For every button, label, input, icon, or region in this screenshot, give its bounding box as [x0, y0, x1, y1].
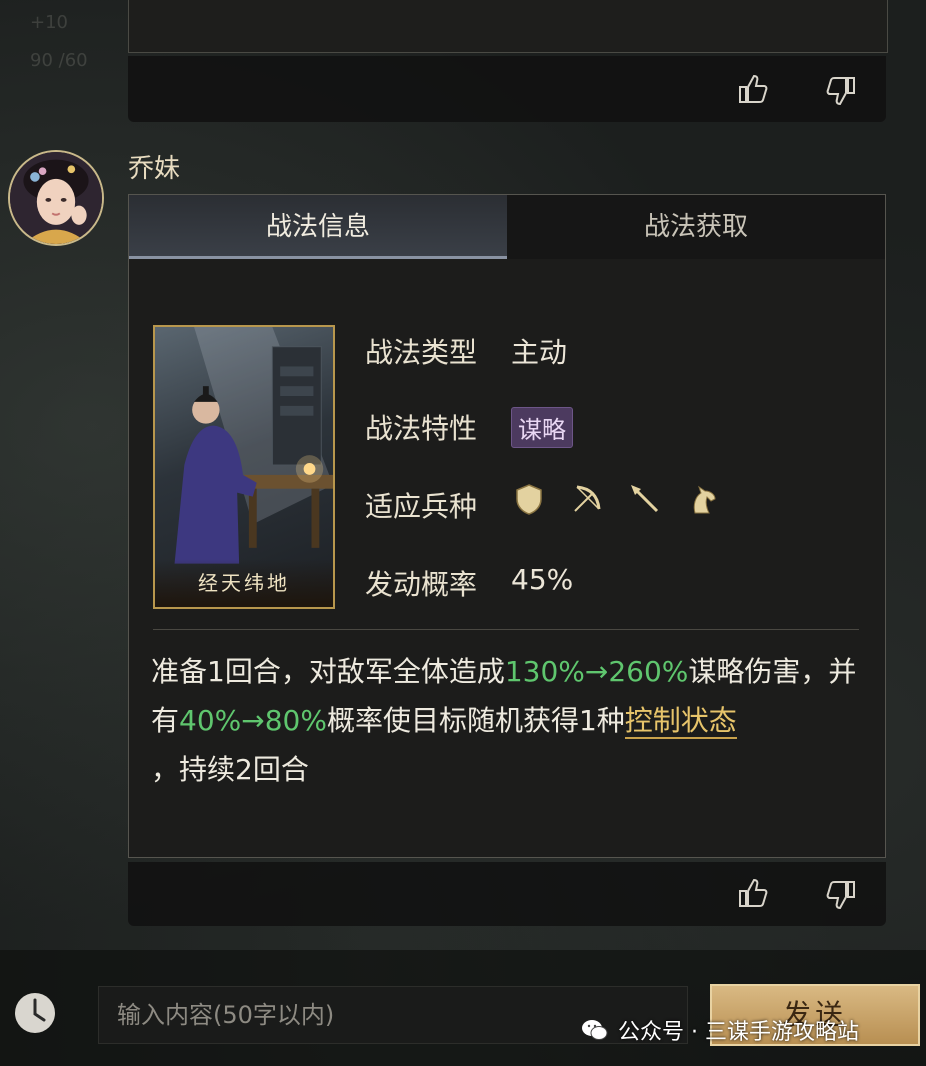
thumb-up-icon[interactable]: [736, 876, 770, 910]
tactic-trait-row: 战法特性 谋略: [365, 407, 573, 448]
tactic-rate-label: 发动概率: [365, 568, 478, 601]
tactic-trait-label: 战法特性: [365, 412, 478, 445]
ghost-text: +10: [30, 12, 68, 33]
tactic-card: 战法信息 战法获取 经天纬地 战法类型 主动 战法特性 谋略 适应兵种 发动概率…: [128, 194, 886, 858]
description-text: 概率使目标随机获得1种: [326, 704, 625, 737]
bow-icon: [569, 481, 605, 517]
watermark-text: 公众号 · 三谋手游攻略站: [618, 1020, 859, 1045]
tab-tactic-acquire[interactable]: 战法获取: [507, 195, 885, 259]
previous-message-card: [128, 0, 888, 53]
tactic-rate-row: 发动概率 45%: [365, 563, 573, 603]
damage-ratio: 130%→260%: [504, 655, 689, 688]
thumb-down-icon[interactable]: [824, 74, 858, 108]
tactic-type-row: 战法类型 主动: [365, 331, 567, 371]
tactic-type-value: 主动: [511, 336, 568, 369]
avatar[interactable]: [8, 150, 104, 246]
tactic-description: 准备1回合，对敌军全体造成130%→260%谋略伤害，并有40%→80%概率使目…: [151, 647, 871, 794]
tactic-rate-value: 45%: [511, 563, 574, 596]
horse-icon: [685, 481, 721, 517]
thumb-up-icon[interactable]: [736, 72, 770, 106]
message-footer: [128, 862, 886, 926]
tactic-troop-row: 适应兵种: [365, 484, 716, 525]
ghost-text: 90 /60: [30, 50, 88, 71]
clock-icon[interactable]: [12, 990, 58, 1036]
shield-icon: [511, 481, 547, 517]
user-name: 乔妹: [128, 154, 181, 184]
control-status-link[interactable]: 控制状态: [624, 704, 737, 739]
tactic-type-label: 战法类型: [365, 336, 478, 369]
divider: [153, 629, 859, 630]
chance-ratio: 40%→80%: [179, 704, 327, 737]
description-text: 准备1回合，对敌军全体造成: [151, 655, 505, 688]
spear-icon: [627, 481, 663, 517]
tactic-image[interactable]: 经天纬地: [153, 325, 335, 609]
tab-tactic-info[interactable]: 战法信息: [129, 195, 507, 259]
description-text: ，持续2回合: [151, 753, 309, 786]
wechat-icon: [582, 1020, 608, 1040]
tactic-troop-label: 适应兵种: [365, 490, 478, 523]
previous-message-footer: [128, 56, 886, 122]
trait-badge: 谋略: [511, 407, 573, 448]
thumb-down-icon[interactable]: [824, 878, 858, 912]
tactic-title: 经天纬地: [155, 559, 333, 607]
watermark: 公众号 · 三谋手游攻略站: [580, 1014, 859, 1046]
